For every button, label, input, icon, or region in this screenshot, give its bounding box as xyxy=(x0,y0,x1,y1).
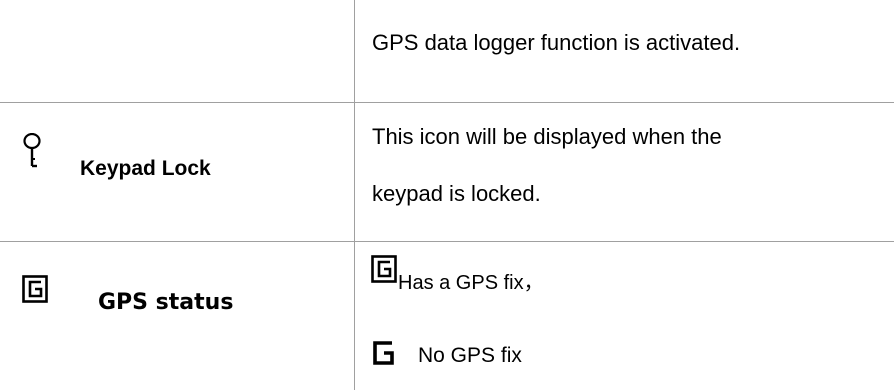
gps-nofix-text: No GPS fix xyxy=(418,344,522,367)
keypad-lock-description-line: This icon will be displayed when the xyxy=(372,124,722,149)
gps-g-box-icon xyxy=(22,275,48,303)
row-divider xyxy=(0,241,894,242)
gps-fix-text: Has a GPS fix， xyxy=(398,272,544,294)
gps-status-label: GPS status xyxy=(98,290,234,315)
column-divider xyxy=(354,0,355,390)
key-icon xyxy=(23,133,41,168)
keypad-lock-label: Keypad Lock xyxy=(80,157,211,180)
row-divider xyxy=(0,102,894,103)
gps-g-box-icon xyxy=(371,255,397,283)
logger-description: GPS data logger function is activated. xyxy=(372,30,741,55)
gps-g-plain-icon xyxy=(373,341,394,365)
keypad-lock-description-line: keypad is locked. xyxy=(372,181,541,206)
icon-legend-table: GPS data logger function is activated. K… xyxy=(0,0,894,390)
